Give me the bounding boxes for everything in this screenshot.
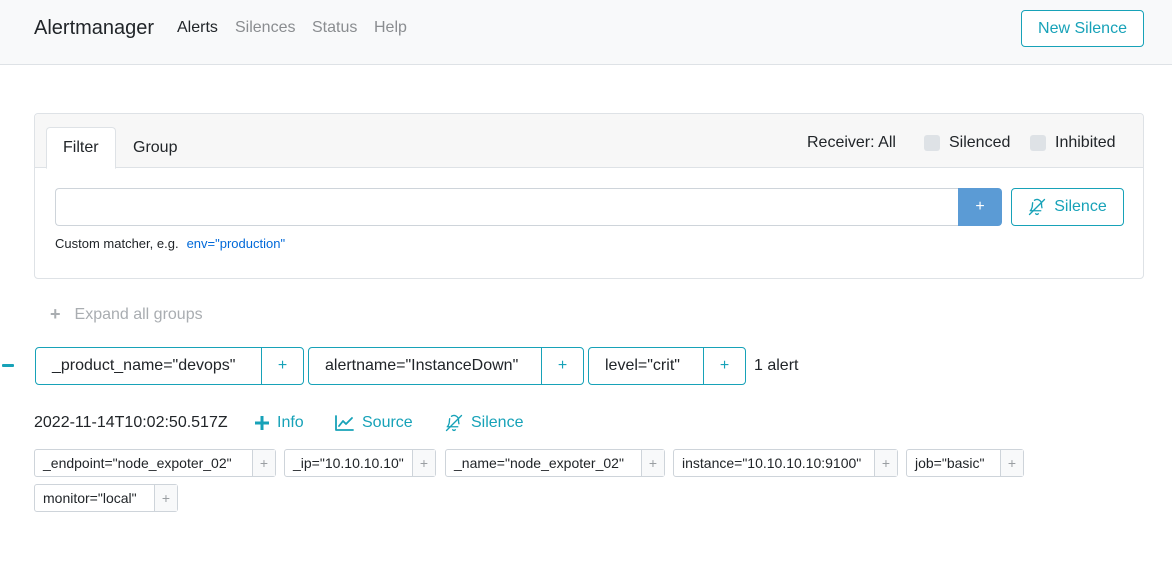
alert-info-label: Info bbox=[277, 414, 304, 431]
plus-icon bbox=[255, 416, 269, 430]
line-chart-icon bbox=[335, 415, 354, 431]
group-label-add-button[interactable]: + bbox=[541, 348, 583, 384]
alert-label-add-button[interactable]: + bbox=[154, 485, 177, 511]
alert-label-add-button[interactable]: + bbox=[1000, 450, 1023, 476]
brand-title[interactable]: Alertmanager bbox=[34, 17, 154, 40]
alert-label-add-button[interactable]: + bbox=[412, 450, 435, 476]
alert-count: 1 alert bbox=[754, 357, 799, 374]
new-silence-button[interactable]: New Silence bbox=[1021, 10, 1144, 47]
group-label-add-button[interactable]: + bbox=[261, 348, 303, 384]
alert-info-button[interactable]: Info bbox=[255, 414, 304, 432]
group-label: alertname="InstanceDown" + bbox=[308, 347, 584, 385]
plus-icon: + bbox=[50, 304, 61, 324]
bell-slash-icon bbox=[445, 414, 463, 432]
group-label-text[interactable]: _product_name="devops" bbox=[36, 348, 261, 384]
alert-label: monitor="local" + bbox=[34, 484, 178, 512]
alert-label-add-button[interactable]: + bbox=[874, 450, 897, 476]
collapse-group-icon[interactable] bbox=[2, 364, 14, 367]
alert-label-add-button[interactable]: + bbox=[252, 450, 275, 476]
group-label: level="crit" + bbox=[588, 347, 746, 385]
nav-link-help[interactable]: Help bbox=[374, 19, 407, 37]
silenced-checkbox[interactable]: Silenced bbox=[924, 134, 1010, 152]
alert-silence-button[interactable]: Silence bbox=[445, 414, 523, 432]
bell-slash-icon bbox=[1029, 198, 1046, 216]
alert-silence-label: Silence bbox=[471, 414, 524, 431]
group-label-add-button[interactable]: + bbox=[703, 348, 745, 384]
alert-label: _endpoint="node_expoter_02" + bbox=[34, 449, 276, 477]
tab-group[interactable]: Group bbox=[117, 127, 193, 169]
alert-label: _name="node_expoter_02" + bbox=[445, 449, 665, 477]
alert-label-text[interactable]: _ip="10.10.10.10" bbox=[285, 450, 412, 476]
silence-filter-label: Silence bbox=[1054, 198, 1107, 215]
filter-card: Filter Group Receiver: All Silenced Inhi… bbox=[34, 113, 1144, 279]
silence-filter-button[interactable]: Silence bbox=[1011, 188, 1124, 226]
top-navbar: Alertmanager Alerts Silences Status Help… bbox=[0, 0, 1172, 65]
filter-input[interactable] bbox=[55, 188, 959, 226]
alert-label: instance="10.10.10.10:9100" + bbox=[673, 449, 898, 477]
matcher-hint: Custom matcher, e.g. env="production" bbox=[55, 236, 285, 251]
inhibited-checkbox-box[interactable] bbox=[1030, 135, 1046, 151]
alert-source-button[interactable]: Source bbox=[335, 414, 413, 432]
nav-link-alerts[interactable]: Alerts bbox=[177, 19, 218, 37]
alert-label-text[interactable]: monitor="local" bbox=[35, 485, 154, 511]
group-label-text[interactable]: alertname="InstanceDown" bbox=[309, 348, 541, 384]
expand-all-groups-button[interactable]: + Expand all groups bbox=[50, 304, 203, 325]
matcher-hint-example[interactable]: env="production" bbox=[187, 236, 286, 251]
alert-source-label: Source bbox=[362, 414, 413, 431]
group-label: _product_name="devops" + bbox=[35, 347, 304, 385]
silenced-checkbox-box[interactable] bbox=[924, 135, 940, 151]
silenced-checkbox-label: Silenced bbox=[949, 134, 1011, 151]
alert-label-text[interactable]: instance="10.10.10.10:9100" bbox=[674, 450, 874, 476]
alert-label-text[interactable]: _endpoint="node_expoter_02" bbox=[35, 450, 252, 476]
receiver-selector[interactable]: Receiver: All bbox=[807, 134, 896, 152]
tab-filter[interactable]: Filter bbox=[46, 127, 116, 169]
inhibited-checkbox-label: Inhibited bbox=[1055, 134, 1116, 151]
matcher-hint-text: Custom matcher, e.g. bbox=[55, 236, 179, 251]
filter-card-header: Filter Group Receiver: All Silenced Inhi… bbox=[35, 114, 1143, 169]
inhibited-checkbox[interactable]: Inhibited bbox=[1030, 134, 1116, 152]
nav-link-status[interactable]: Status bbox=[312, 19, 357, 37]
alert-label-text[interactable]: _name="node_expoter_02" bbox=[446, 450, 641, 476]
expand-all-groups-label: Expand all groups bbox=[74, 305, 203, 323]
alert-timestamp: 2022-11-14T10:02:50.517Z bbox=[34, 414, 228, 431]
alert-label-add-button[interactable]: + bbox=[641, 450, 664, 476]
add-matcher-button[interactable]: + bbox=[958, 188, 1002, 226]
nav-link-silences[interactable]: Silences bbox=[235, 19, 295, 37]
alert-label-text[interactable]: job="basic" bbox=[907, 450, 1000, 476]
group-label-text[interactable]: level="crit" bbox=[589, 348, 703, 384]
alert-label: _ip="10.10.10.10" + bbox=[284, 449, 436, 477]
alert-label: job="basic" + bbox=[906, 449, 1024, 477]
